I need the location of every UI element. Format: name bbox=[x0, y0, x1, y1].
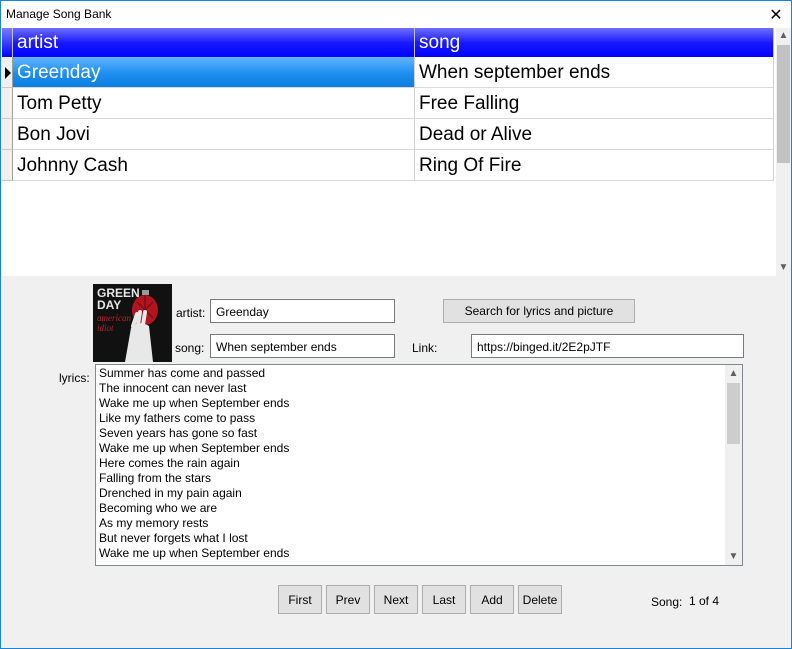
table-row[interactable]: Tom Petty Free Falling bbox=[2, 88, 774, 119]
cell-artist[interactable]: Greenday bbox=[13, 57, 415, 88]
album-cover-icon: GREEN DAY american idiot bbox=[93, 284, 172, 362]
column-header-song[interactable]: song bbox=[415, 28, 774, 57]
first-button[interactable]: First bbox=[278, 585, 322, 614]
row-header[interactable] bbox=[2, 88, 13, 119]
lyrics-line: As my memory rests bbox=[99, 516, 209, 530]
scroll-up-icon[interactable]: ▲ bbox=[776, 28, 791, 44]
row-header[interactable] bbox=[2, 119, 13, 150]
search-lyrics-button[interactable]: Search for lyrics and picture bbox=[443, 299, 635, 323]
link-label: Link: bbox=[412, 341, 438, 355]
last-button[interactable]: Last bbox=[422, 585, 466, 614]
lyrics-line: Becoming who we are bbox=[99, 501, 218, 515]
lyrics-line: Wake me up when September ends bbox=[99, 441, 290, 455]
lyrics-line: Here comes the rain again bbox=[99, 456, 240, 470]
cell-song[interactable]: Free Falling bbox=[415, 88, 774, 119]
songs-grid[interactable]: artist song Greenday When september ends… bbox=[2, 28, 791, 276]
song-field[interactable]: When september ends bbox=[210, 334, 395, 358]
close-icon[interactable]: ✕ bbox=[761, 1, 791, 28]
current-row-arrow-icon bbox=[5, 67, 11, 79]
add-button[interactable]: Add bbox=[470, 585, 514, 614]
album-cover-image: GREEN DAY american idiot bbox=[93, 284, 172, 362]
lyrics-line: Falling from the stars bbox=[99, 471, 212, 485]
grid-vertical-scrollbar[interactable]: ▲ ▼ bbox=[776, 28, 791, 276]
cell-song[interactable]: When september ends bbox=[415, 57, 774, 88]
row-header[interactable] bbox=[2, 57, 13, 88]
lyrics-vertical-scrollbar[interactable]: ▲ ▼ bbox=[725, 365, 742, 565]
album-text-day: DAY bbox=[97, 298, 121, 312]
delete-button[interactable]: Delete bbox=[518, 585, 562, 614]
scroll-thumb[interactable] bbox=[727, 383, 740, 444]
cell-artist[interactable]: Bon Jovi bbox=[13, 119, 415, 150]
cell-artist[interactable]: Tom Petty bbox=[13, 88, 415, 119]
artist-label: artist: bbox=[176, 306, 206, 320]
lyrics-line: Seven years has gone so fast bbox=[99, 426, 258, 440]
cell-artist[interactable]: Johnny Cash bbox=[13, 150, 415, 181]
album-text-american: american bbox=[97, 313, 131, 323]
link-field[interactable]: https://binged.it/2E2pJTF bbox=[471, 334, 744, 358]
title-bar: Manage Song Bank ✕ bbox=[1, 1, 791, 28]
window-title: Manage Song Bank bbox=[6, 7, 112, 21]
album-text-idiot: idiot bbox=[97, 323, 114, 333]
cell-song[interactable]: Dead or Alive bbox=[415, 119, 774, 150]
lyrics-line: Wake me up when September ends bbox=[99, 546, 290, 560]
lyrics-line: Like my fathers come to pass bbox=[99, 411, 256, 425]
grid-corner-header[interactable] bbox=[2, 28, 13, 57]
cell-song[interactable]: Ring Of Fire bbox=[415, 150, 774, 181]
lyrics-text[interactable]: Summer has come and passed The innocent … bbox=[99, 366, 724, 564]
table-row[interactable]: Bon Jovi Dead or Alive bbox=[2, 119, 774, 150]
scroll-up-icon[interactable]: ▲ bbox=[725, 365, 742, 382]
lyrics-line: Wake me up when September ends bbox=[99, 396, 290, 410]
lyrics-line: But never forgets what I lost bbox=[99, 531, 248, 545]
scroll-down-icon[interactable]: ▼ bbox=[776, 260, 791, 276]
lyrics-label: lyrics: bbox=[59, 371, 90, 385]
row-header[interactable] bbox=[2, 150, 13, 181]
lyrics-line: Summer has come and passed bbox=[99, 366, 266, 380]
lyrics-line: Drenched in my pain again bbox=[99, 486, 242, 500]
scroll-down-icon[interactable]: ▼ bbox=[725, 548, 742, 565]
song-counter-label: Song: bbox=[651, 595, 683, 609]
lyrics-textarea[interactable]: Summer has come and passed The innocent … bbox=[95, 364, 743, 566]
next-button[interactable]: Next bbox=[374, 585, 418, 614]
scroll-thumb[interactable] bbox=[777, 45, 790, 163]
grid-header: artist song bbox=[2, 28, 774, 57]
manage-song-bank-window: Manage Song Bank ✕ artist song Greenday … bbox=[0, 0, 792, 649]
song-label: song: bbox=[175, 341, 205, 355]
song-counter-value: 1 of 4 bbox=[689, 594, 720, 608]
table-row[interactable]: Greenday When september ends bbox=[2, 57, 774, 88]
artist-field[interactable]: Greenday bbox=[210, 299, 395, 323]
column-header-artist[interactable]: artist bbox=[13, 28, 415, 57]
prev-button[interactable]: Prev bbox=[326, 585, 370, 614]
table-row[interactable]: Johnny Cash Ring Of Fire bbox=[2, 150, 774, 181]
lyrics-line: The innocent can never last bbox=[99, 381, 247, 395]
